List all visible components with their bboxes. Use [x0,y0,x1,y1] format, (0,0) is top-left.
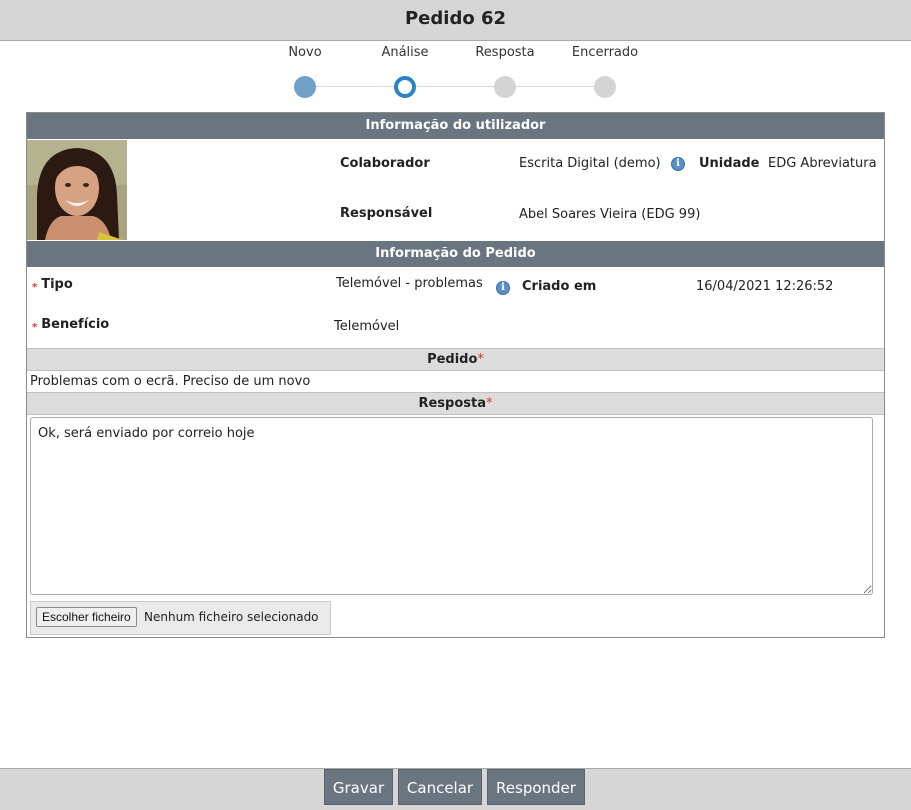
page-title: Pedido 62 [0,0,911,41]
type-label-text: Tipo [41,277,73,292]
respond-button[interactable]: Responder [487,769,585,805]
response-textarea[interactable]: Ok, será enviado por correio hoje [30,417,873,595]
created-value: 16/04/2021 12:26:52 [696,279,834,294]
request-header-text: Pedido [427,352,478,367]
step-label-resposta: Resposta [475,45,535,60]
response-header: Resposta* [27,392,884,415]
step-label-novo: Novo [288,45,322,60]
request-text: Problemas com o ecrã. Preciso de um novo [30,374,311,389]
request-panel: Informação do utilizador Colaborador Esc… [26,112,885,638]
save-button[interactable]: Gravar [324,769,393,805]
step-dot-resposta [494,76,516,98]
cancel-button[interactable]: Cancelar [398,769,482,805]
step-dot-encerrado [594,76,616,98]
required-asterisk-icon: * [32,282,38,293]
request-header: Pedido* [27,348,884,371]
required-asterisk-icon: * [477,352,484,367]
step-label-encerrado: Encerrado [571,45,639,60]
action-bar: Gravar Cancelar Responder [0,768,911,810]
step-dot-novo [294,76,316,98]
collaborator-value: Escrita Digital (demo) [519,156,661,171]
user-photo [27,140,127,240]
unit-value: EDG Abreviatura [768,156,877,171]
step-label-analise: Análise [381,45,429,60]
file-status-text: Nenhum ficheiro selecionado [144,610,319,624]
info-icon[interactable]: i [671,157,685,171]
type-value: Telemóvel - problemas [336,276,483,291]
file-upload: Escolher ficheiro Nenhum ficheiro seleci… [30,601,331,635]
responsible-label: Responsável [340,206,433,221]
unit-label: Unidade [699,156,760,171]
required-asterisk-icon: * [32,322,38,333]
choose-file-button[interactable]: Escolher ficheiro [36,607,137,627]
required-asterisk-icon: * [486,396,493,411]
type-label: * Tipo [32,277,73,293]
benefit-value: Telemóvel [334,319,400,334]
request-info-header: Informação do Pedido [27,241,884,267]
stepper-track [305,86,605,87]
avatar-image [27,140,127,240]
response-header-text: Resposta [418,396,487,411]
step-dot-analise [394,76,416,98]
created-label: Criado em [522,279,597,294]
collaborator-label: Colaborador [340,156,430,171]
info-icon[interactable]: i [496,281,510,295]
responsible-value: Abel Soares Vieira (EDG 99) [519,207,701,222]
workflow-stepper: Novo Análise Resposta Encerrado [0,41,911,111]
benefit-label-text: Benefício [41,317,110,332]
user-info-header: Informação do utilizador [27,113,884,139]
benefit-label: * Benefício [32,317,109,333]
